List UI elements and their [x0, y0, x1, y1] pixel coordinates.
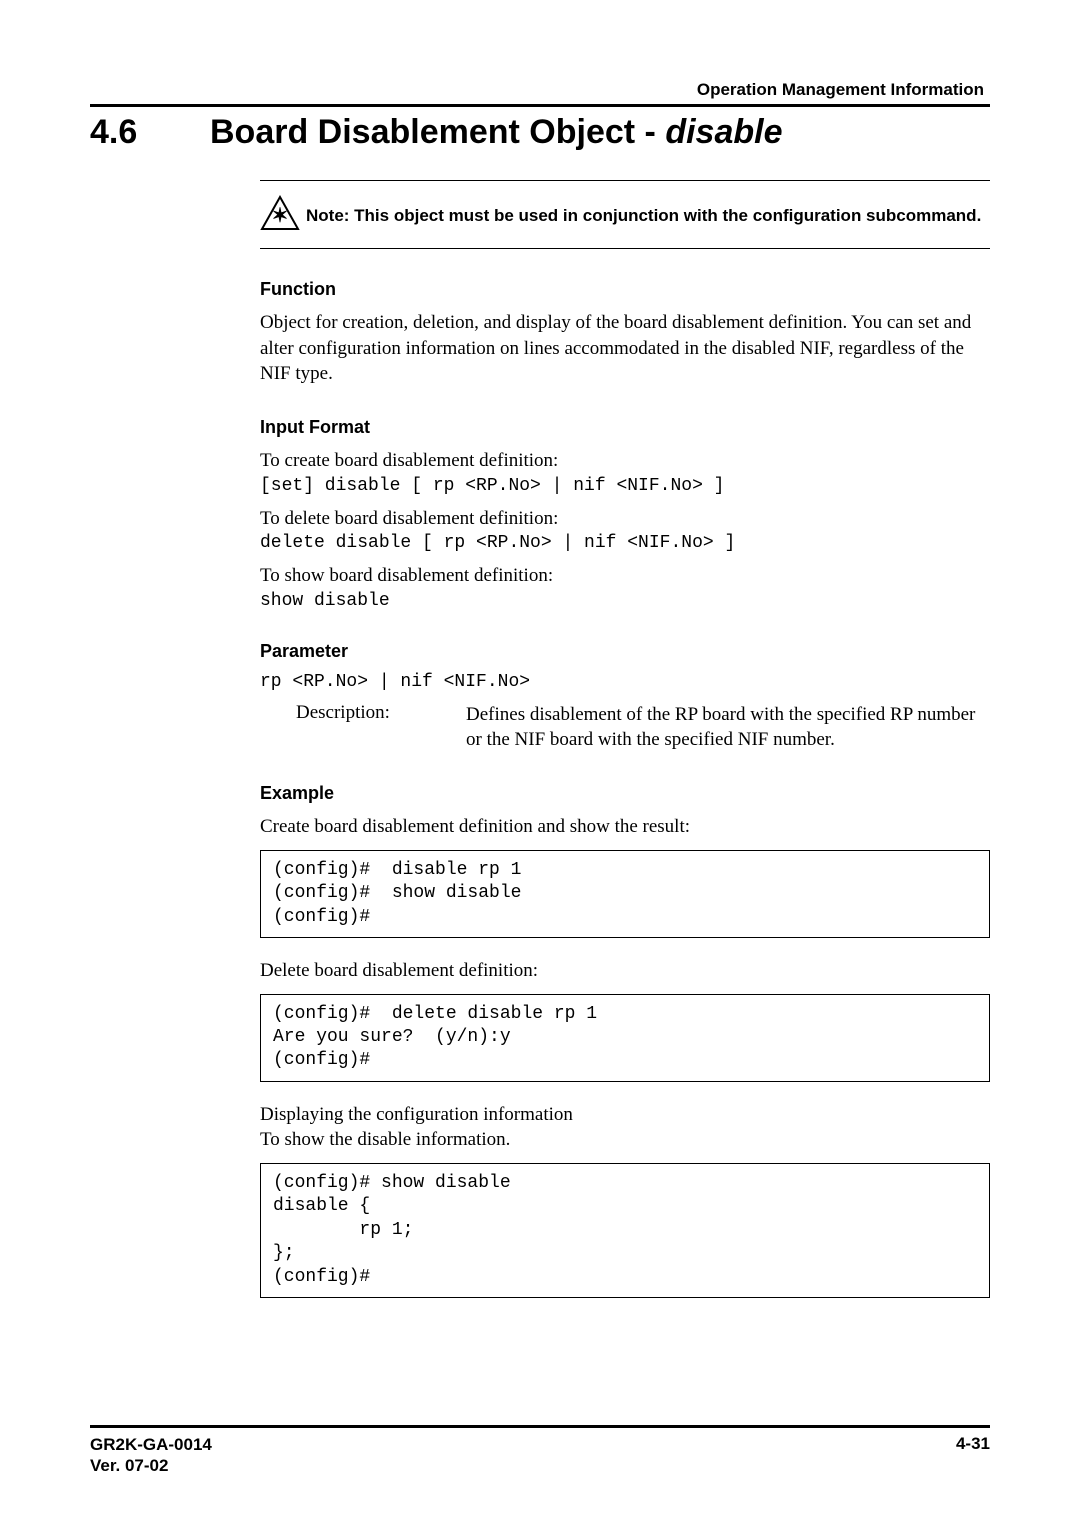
note-star-icon: ✶: [260, 195, 306, 236]
footer-page-number: 4-31: [956, 1434, 990, 1477]
if-delete-cmd: delete disable [ rp <RP.No> | nif <NIF.N…: [260, 533, 990, 553]
if-show-cmd: show disable: [260, 591, 990, 611]
parameter-desc-row: Description: Defines disablement of the …: [296, 702, 990, 753]
if-create-intro: To create board disablement definition:: [260, 448, 990, 474]
function-heading: Function: [260, 279, 990, 300]
parameter-line: rp <RP.No> | nif <NIF.No>: [260, 672, 990, 692]
input-format-heading: Input Format: [260, 417, 990, 438]
ex-create-intro: Create board disablement definition and …: [260, 814, 990, 840]
ex-delete-intro: Delete board disablement definition:: [260, 958, 990, 984]
top-rule: [90, 104, 990, 107]
running-head: Operation Management Information: [90, 80, 984, 100]
ex-show-intro2: To show the disable information.: [260, 1127, 990, 1153]
ex-show-code: (config)# show disable disable { rp 1; }…: [260, 1163, 990, 1298]
ex-show-intro1: Displaying the configuration information: [260, 1102, 990, 1128]
if-show-intro: To show board disablement definition:: [260, 563, 990, 589]
note-text: Note: This object must be used in conjun…: [306, 206, 981, 226]
section-title-italic: disable: [665, 113, 782, 151]
function-body: Object for creation, deletion, and displ…: [260, 310, 990, 387]
footer-version: Ver. 07-02: [90, 1455, 212, 1476]
example-heading: Example: [260, 783, 990, 804]
content-column: ✶ Note: This object must be used in conj…: [260, 180, 990, 1298]
if-create-cmd: [set] disable [ rp <RP.No> | nif <NIF.No…: [260, 476, 990, 496]
page: Operation Management Information 4.6 Boa…: [0, 0, 1080, 1528]
section-title-plain: Board Disablement Object -: [210, 113, 665, 151]
ex-create-code: (config)# disable rp 1 (config)# show di…: [260, 850, 990, 938]
ex-delete-code: (config)# delete disable rp 1 Are you su…: [260, 994, 990, 1082]
note-rule-bottom: [260, 248, 990, 249]
footer-doc-id: GR2K-GA-0014: [90, 1434, 212, 1455]
parameter-desc-body: Defines disablement of the RP board with…: [466, 702, 990, 753]
footer-left: GR2K-GA-0014 Ver. 07-02: [90, 1434, 212, 1477]
parameter-desc-label: Description:: [296, 702, 466, 753]
footer-rule: [90, 1425, 990, 1428]
footer: GR2K-GA-0014 Ver. 07-02 4-31: [90, 1425, 990, 1477]
section-title: Board Disablement Object - disable: [210, 113, 783, 152]
section-number: 4.6: [90, 113, 210, 152]
svg-text:✶: ✶: [272, 205, 289, 227]
section-heading: 4.6 Board Disablement Object - disable: [90, 113, 990, 152]
note-block: ✶ Note: This object must be used in conj…: [260, 181, 990, 248]
if-delete-intro: To delete board disablement definition:: [260, 506, 990, 532]
footer-row: GR2K-GA-0014 Ver. 07-02 4-31: [90, 1434, 990, 1477]
parameter-heading: Parameter: [260, 641, 990, 662]
